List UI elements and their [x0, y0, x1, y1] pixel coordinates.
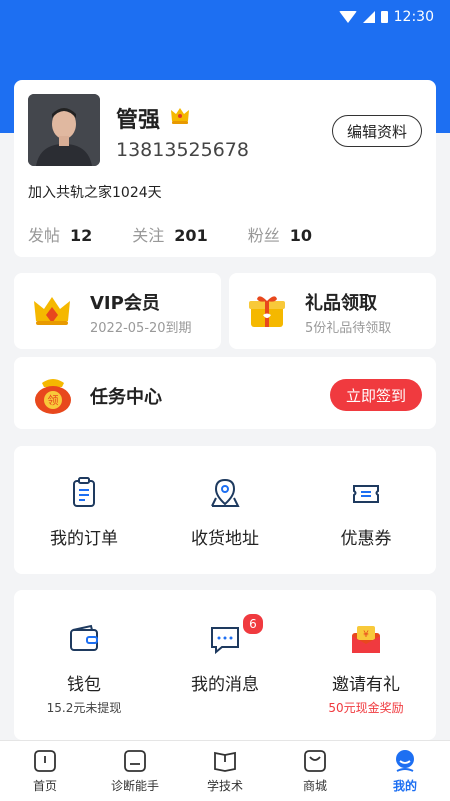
- battery-icon: [380, 11, 388, 23]
- diagnosis-icon: [124, 750, 146, 772]
- grid-item-messages[interactable]: 6 我的消息: [155, 612, 295, 695]
- user-name: 管强: [116, 108, 161, 133]
- crown-icon: [171, 108, 189, 124]
- wallet-balance: 15.2元未提现: [46, 701, 122, 715]
- signal-icon: [362, 11, 375, 23]
- grid-item-address[interactable]: 收货地址: [155, 476, 295, 549]
- grid-label: 收货地址: [191, 529, 259, 549]
- stat-label: 关注: [132, 226, 165, 245]
- stat-following[interactable]: 关注 201: [132, 222, 207, 246]
- stat-followers[interactable]: 粉丝 10: [248, 222, 312, 246]
- user-phone: 13813525678: [116, 139, 249, 161]
- stat-value: 10: [289, 226, 312, 245]
- tab-home[interactable]: 首页: [0, 741, 90, 801]
- grid-item-coupons[interactable]: 优惠券: [296, 476, 436, 549]
- vip-title: VIP会员: [90, 293, 160, 314]
- edit-profile-button[interactable]: 编辑资料: [332, 115, 422, 147]
- joined-days: 加入共轨之家1024天: [28, 185, 162, 201]
- message-icon: [211, 627, 239, 655]
- tab-shop[interactable]: 商城: [270, 741, 360, 801]
- stat-value: 12: [70, 226, 93, 245]
- grid-label: 我的消息: [191, 675, 259, 695]
- tab-label: 诊断能手: [110, 779, 159, 793]
- book-icon: [214, 751, 236, 772]
- stat-posts[interactable]: 发帖 12: [28, 222, 92, 246]
- tab-diagnosis[interactable]: 诊断能手: [90, 741, 180, 801]
- grid-label: 钱包: [67, 675, 101, 695]
- bottom-tab-bar: 首页 诊断能手 学技术 商城 我的: [0, 740, 450, 801]
- task-center-card[interactable]: 领 任务中心 立即签到: [14, 357, 436, 429]
- profile-card: 管强 13813525678 编辑资料 加入共轨之家1024天 发帖 12 关注 2…: [14, 80, 436, 257]
- coupon-icon: [353, 485, 379, 503]
- profile-icon: [396, 750, 414, 772]
- vip-card[interactable]: VIP会员 2022-05-20到期: [14, 273, 221, 349]
- gift-box-icon: [249, 296, 285, 327]
- status-time: 12:30: [393, 9, 434, 25]
- grid-label: 邀请有礼: [332, 675, 400, 695]
- grid-item-orders[interactable]: 我的订单: [14, 476, 154, 549]
- red-envelope-icon: 领: [35, 379, 71, 414]
- address-icon: [211, 478, 240, 507]
- avatar[interactable]: [28, 94, 100, 166]
- tab-label: 学技术: [206, 779, 243, 793]
- tab-learn[interactable]: 学技术: [180, 741, 270, 801]
- sign-in-button[interactable]: 立即签到: [330, 379, 422, 411]
- tab-label: 我的: [392, 779, 417, 793]
- tab-profile[interactable]: 我的: [360, 741, 450, 801]
- wifi-icon: [338, 11, 357, 23]
- shop-icon: [304, 750, 326, 772]
- gift-sub: 5份礼品待领取: [305, 321, 392, 336]
- grid-item-wallet[interactable]: 钱包 15.2元未提现: [14, 622, 154, 716]
- home-icon: [34, 750, 56, 772]
- svg-text:领: 领: [48, 394, 59, 407]
- wallet-icon: [70, 624, 98, 651]
- grid-label: 优惠券: [340, 529, 392, 549]
- invite-reward: 50元现金奖励: [328, 701, 404, 715]
- tab-label: 商城: [302, 779, 327, 793]
- vip-crown-icon: [34, 297, 70, 325]
- orders-grid-card: 我的订单 收货地址 优惠券: [14, 446, 436, 574]
- wallet-grid-card: 钱包 15.2元未提现 6 我的消息 ¥ 邀请有礼 50元现金奖励: [14, 590, 436, 740]
- svg-text:¥: ¥: [363, 630, 369, 640]
- gift-title: 礼品领取: [305, 293, 377, 314]
- status-bar: 12:30: [0, 0, 450, 34]
- stat-label: 粉丝: [247, 226, 280, 245]
- grid-label: 我的订单: [50, 529, 118, 549]
- task-title: 任务中心: [90, 387, 162, 408]
- vip-expiry: 2022-05-20到期: [90, 321, 192, 336]
- invite-gift-icon: ¥: [352, 626, 380, 653]
- profile-stats: 发帖 12 关注 201 粉丝 10: [28, 222, 312, 246]
- stat-label: 发帖: [28, 226, 61, 245]
- gift-card[interactable]: 礼品领取 5份礼品待领取: [229, 273, 436, 349]
- tab-label: 首页: [32, 779, 57, 793]
- stat-value: 201: [174, 226, 208, 245]
- order-icon: [73, 477, 95, 507]
- message-count-badge: 6: [241, 612, 265, 636]
- grid-item-invite[interactable]: ¥ 邀请有礼 50元现金奖励: [296, 622, 436, 716]
